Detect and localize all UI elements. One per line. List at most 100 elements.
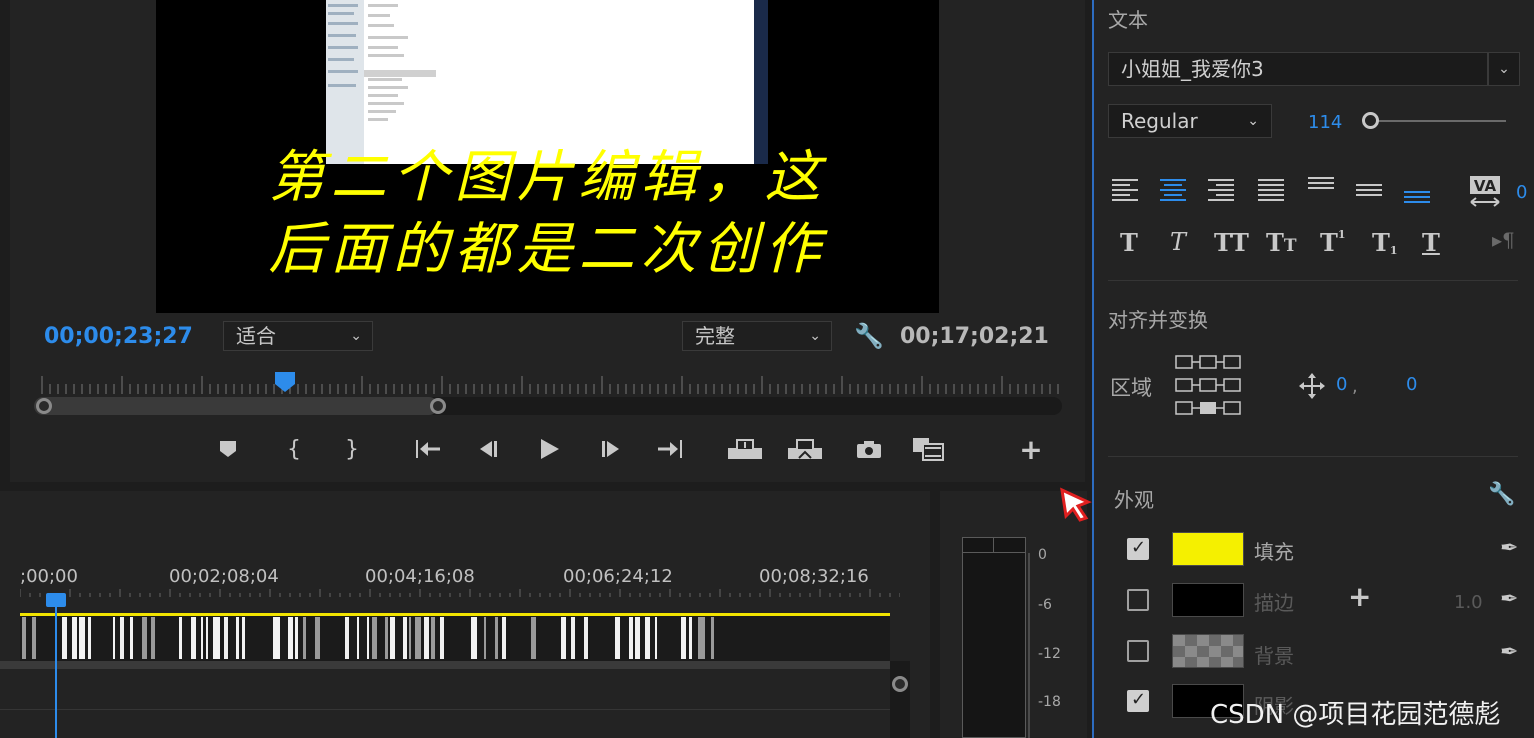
clip-segment: [142, 617, 147, 659]
camera-icon[interactable]: [854, 428, 884, 470]
clip-segment: [615, 617, 620, 659]
lift-icon[interactable]: [726, 428, 764, 470]
timeline-vertical-scrollbar[interactable]: [890, 661, 910, 738]
video-preview[interactable]: 第二个图片编辑，这 后面的都是二次创作: [156, 0, 939, 313]
mark-in-icon[interactable]: {: [282, 428, 306, 470]
font-family-dropdown[interactable]: 小姐姐_我爱你3: [1108, 52, 1488, 86]
eyedropper-icon[interactable]: ✒: [1500, 640, 1518, 665]
clip-segment: [561, 617, 566, 659]
wrench-icon[interactable]: 🔧: [1488, 482, 1515, 507]
clip-segment: [681, 617, 686, 659]
db-label: 0: [1038, 547, 1047, 563]
go-to-out-icon[interactable]: [654, 428, 686, 470]
align-top-icon[interactable]: [1306, 172, 1338, 212]
add-button-icon[interactable]: +: [1018, 428, 1044, 470]
position-x-value[interactable]: 0: [1336, 374, 1347, 395]
meter-peak-indicator[interactable]: [962, 537, 1026, 553]
wrench-icon[interactable]: 🔧: [854, 322, 884, 350]
video-clip-track[interactable]: [20, 613, 890, 661]
align-left-icon[interactable]: [1110, 172, 1142, 212]
go-to-in-icon[interactable]: [412, 428, 444, 470]
align-center-icon[interactable]: [1158, 172, 1190, 212]
clip-segments[interactable]: [20, 613, 890, 661]
background-color-swatch[interactable]: [1172, 634, 1244, 668]
clip-segment: [385, 617, 388, 659]
clip-segment: [698, 617, 705, 659]
clip-segment: [88, 617, 91, 659]
step-forward-icon[interactable]: [596, 428, 626, 470]
clip-segment: [32, 617, 36, 659]
paragraph-direction-icon[interactable]: ▸¶: [1492, 228, 1515, 264]
monitor-time-ruler[interactable]: [32, 370, 1062, 396]
faux-bold-icon[interactable]: T: [1120, 228, 1138, 264]
clip-segment: [303, 617, 306, 659]
stroke-checkbox[interactable]: [1127, 589, 1149, 611]
font-size-slider-handle[interactable]: [1362, 112, 1379, 129]
clip-segment: [315, 617, 320, 659]
db-label: -6: [1038, 597, 1052, 613]
tracking-icon[interactable]: VA: [1468, 172, 1504, 212]
clip-segment: [629, 617, 633, 659]
clip-segment: [367, 617, 369, 659]
fill-color-swatch[interactable]: [1172, 532, 1244, 566]
clip-segment: [72, 617, 77, 659]
zoom-end-handle[interactable]: [430, 398, 446, 414]
zoom-scrollbar[interactable]: [34, 397, 1062, 415]
chevron-down-icon: ⌄: [350, 328, 362, 344]
play-icon[interactable]: [534, 428, 564, 470]
clip-segment: [295, 617, 298, 659]
preview-screenshot-image: [326, 0, 768, 164]
clip-segment: [113, 617, 115, 659]
add-marker-icon[interactable]: [216, 428, 240, 470]
tracking-value[interactable]: 0: [1516, 182, 1527, 203]
clip-segment: [571, 617, 575, 659]
stroke-width-value[interactable]: 1.0: [1454, 592, 1483, 613]
fill-checkbox[interactable]: [1127, 537, 1149, 560]
move-icon[interactable]: [1298, 372, 1326, 400]
underline-icon[interactable]: T: [1422, 228, 1440, 264]
align-right-icon[interactable]: [1206, 172, 1238, 212]
fit-dropdown[interactable]: 适合 ⌄: [223, 321, 373, 351]
justify-icon[interactable]: [1256, 172, 1288, 212]
area-label: 区域: [1110, 376, 1152, 400]
timeline-zoom-handle[interactable]: [892, 676, 908, 692]
step-back-icon[interactable]: [474, 428, 504, 470]
clip-segment: [345, 617, 349, 659]
eyedropper-icon[interactable]: ✒: [1500, 536, 1518, 561]
eyedropper-icon[interactable]: ✒: [1500, 587, 1518, 612]
clip-segment: [403, 617, 407, 659]
align-middle-icon[interactable]: [1354, 172, 1386, 212]
compare-view-icon[interactable]: [910, 428, 946, 470]
all-caps-icon[interactable]: TT: [1214, 228, 1249, 264]
anchor-grid-icon[interactable]: [1174, 352, 1244, 422]
font-size-slider-track[interactable]: [1366, 120, 1506, 122]
font-style-dropdown[interactable]: Regular ⌄: [1108, 104, 1272, 138]
db-label: -12: [1038, 646, 1061, 662]
ruler-label: 00;02;08;04: [169, 566, 279, 587]
position-y-value[interactable]: 0: [1406, 374, 1417, 395]
zoom-start-handle[interactable]: [36, 398, 52, 414]
chevron-down-icon[interactable]: ⌄: [1488, 52, 1520, 86]
extract-icon[interactable]: [786, 428, 824, 470]
faux-italic-icon[interactable]: T: [1170, 228, 1186, 264]
stroke-color-swatch[interactable]: [1172, 583, 1244, 617]
clip-segment: [130, 617, 133, 659]
subscript-icon[interactable]: T1: [1372, 228, 1398, 264]
timeline-playhead-line[interactable]: [55, 601, 57, 738]
background-label: 背景: [1254, 644, 1294, 668]
shadow-checkbox[interactable]: [1127, 689, 1149, 712]
clip-segment: [357, 617, 359, 659]
superscript-icon[interactable]: T1: [1320, 228, 1346, 264]
add-stroke-icon[interactable]: +: [1348, 580, 1371, 613]
align-bottom-icon[interactable]: [1402, 172, 1434, 212]
background-checkbox[interactable]: [1127, 640, 1149, 662]
quality-dropdown[interactable]: 完整 ⌄: [682, 321, 832, 351]
small-caps-icon[interactable]: TT: [1266, 228, 1297, 264]
zoom-scrollbar-thumb[interactable]: [34, 397, 438, 415]
mark-out-icon[interactable]: }: [340, 428, 364, 470]
watermark: CSDN @项目花园范德彪: [1210, 700, 1501, 730]
section-divider: [1108, 280, 1518, 281]
clip-segment: [236, 617, 239, 659]
font-size-value[interactable]: 114: [1308, 112, 1342, 133]
current-timecode[interactable]: 00;00;23;27: [44, 324, 193, 349]
